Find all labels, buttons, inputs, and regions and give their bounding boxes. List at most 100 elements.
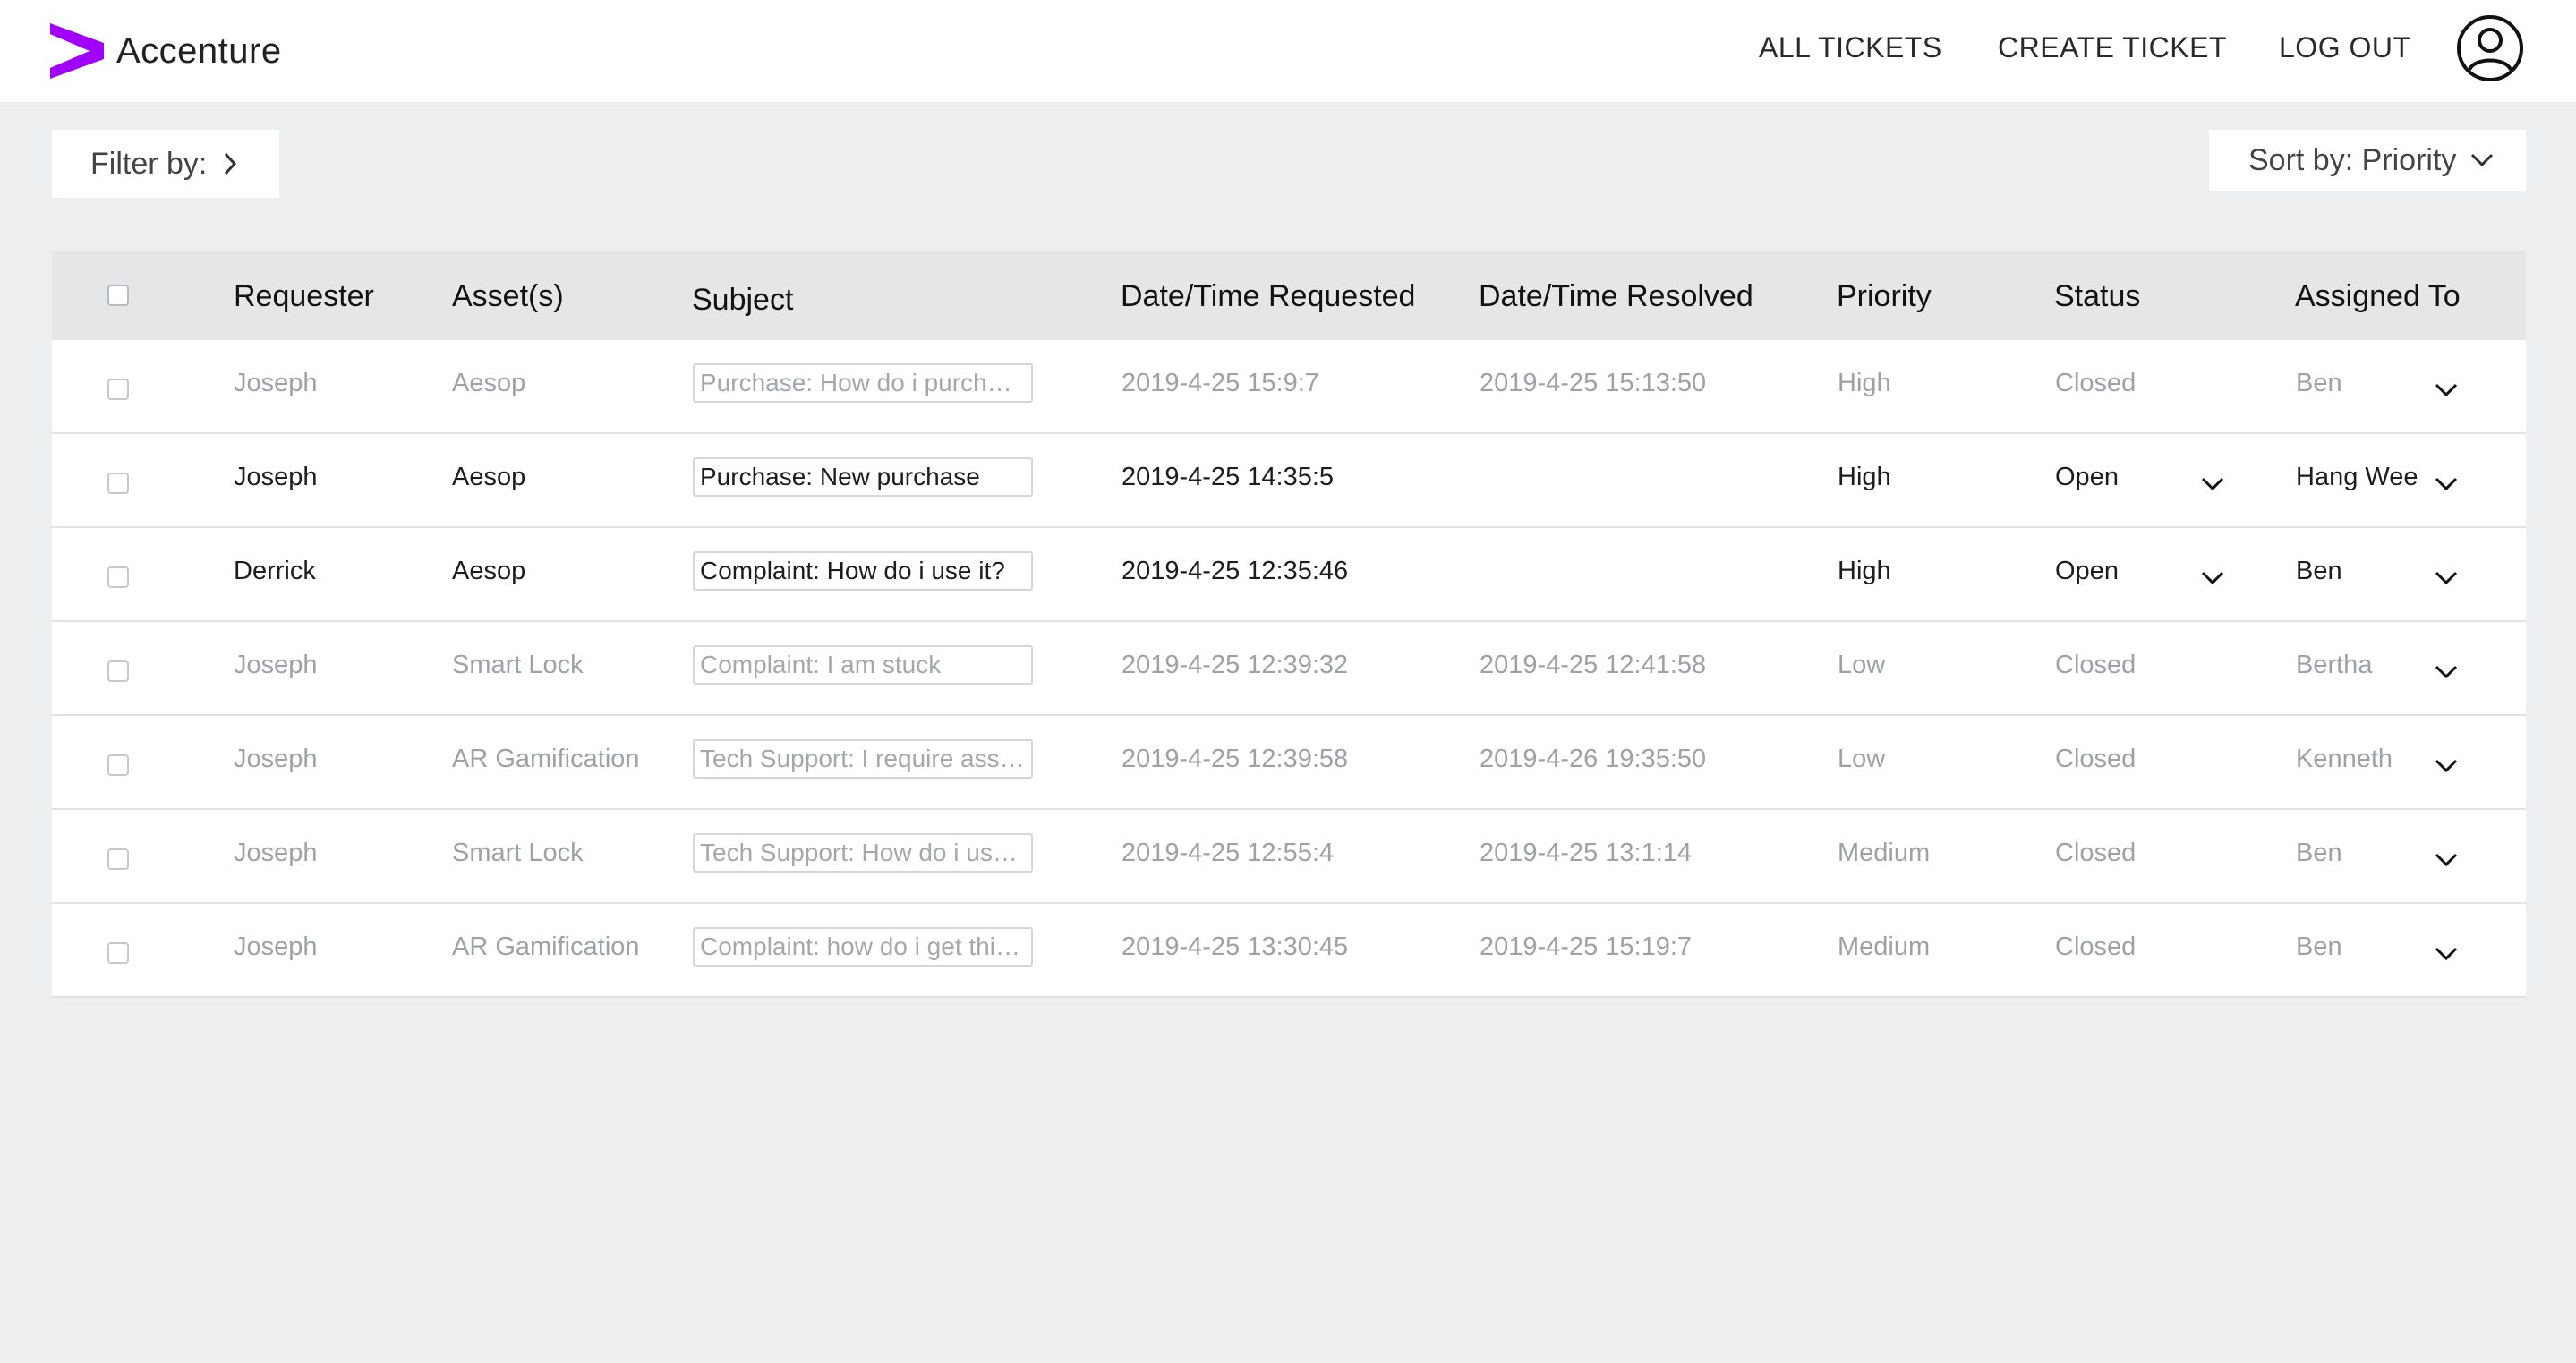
table-row[interactable]: Joseph Aesop Purchase: New purchase 2019… (52, 434, 2526, 528)
assigned-to-cell: Bertha (2296, 651, 2373, 679)
column-header-status[interactable]: Status (2054, 279, 2140, 314)
column-header-assets[interactable]: Asset(s) (452, 279, 564, 314)
column-header-date-requested[interactable]: Date/Time Requested (1121, 279, 1415, 314)
brand-logo[interactable]: Accenture (50, 23, 282, 79)
assigned-to-cell: Ben (2296, 369, 2342, 397)
row-checkbox[interactable] (107, 942, 129, 964)
date-requested-cell: 2019-4-25 12:55:4 (1122, 839, 1335, 867)
assignee-chevron-down-icon[interactable] (2434, 945, 2459, 963)
date-requested-cell: 2019-4-25 12:39:58 (1122, 745, 1349, 773)
assigned-to-cell: Ben (2296, 839, 2342, 867)
row-checkbox[interactable] (107, 379, 129, 400)
status-cell: Closed (2055, 369, 2137, 397)
nav-log-out[interactable]: LOG OUT (2279, 25, 2411, 70)
filter-by-button[interactable]: Filter by: (52, 130, 279, 198)
table-row[interactable]: Joseph Smart Lock Complaint: I am stuck … (52, 622, 2526, 716)
requester-cell: Derrick (234, 557, 316, 585)
subject-field[interactable]: Complaint: how do i get this … (693, 927, 1033, 967)
subject-field[interactable]: Complaint: I am stuck (693, 645, 1033, 685)
date-requested-cell: 2019-4-25 14:35:5 (1122, 463, 1335, 491)
priority-cell: Low (1838, 651, 1886, 679)
row-checkbox[interactable] (107, 660, 129, 682)
status-cell: Closed (2055, 839, 2137, 867)
asset-cell: Smart Lock (452, 839, 584, 867)
table-row[interactable]: Joseph AR Gamification Complaint: how do… (52, 904, 2526, 998)
requester-cell: Joseph (234, 369, 318, 397)
status-cell: Closed (2055, 933, 2137, 961)
priority-cell: High (1838, 463, 1891, 491)
assigned-to-cell: Kenneth (2296, 745, 2393, 773)
assignee-chevron-down-icon[interactable] (2434, 663, 2459, 681)
date-resolved-cell: 2019-4-25 13:1:14 (1480, 839, 1693, 867)
row-checkbox[interactable] (107, 754, 129, 776)
asset-cell: AR Gamification (452, 745, 640, 773)
assigned-to-cell: Ben (2296, 933, 2342, 961)
chevron-down-icon (2470, 153, 2494, 167)
subject-field[interactable]: Complaint: How do i use it? (693, 551, 1033, 591)
subject-field[interactable]: Purchase: New purchase (693, 457, 1033, 497)
brand-name: Accenture (116, 30, 282, 71)
asset-cell: Aesop (452, 369, 526, 397)
status-chevron-down-icon[interactable] (2200, 569, 2225, 587)
column-header-assigned-to[interactable]: Assigned To (2295, 279, 2461, 314)
row-checkbox[interactable] (107, 848, 129, 870)
subject-field[interactable]: Tech Support: I require assis… (693, 739, 1033, 779)
asset-cell: AR Gamification (452, 933, 640, 961)
table-row[interactable]: Derrick Aesop Complaint: How do i use it… (52, 528, 2526, 622)
date-resolved-cell: 2019-4-26 19:35:50 (1480, 745, 1707, 773)
table-row[interactable]: Joseph Aesop Purchase: How do i purchas…… (52, 340, 2526, 434)
select-all-checkbox[interactable] (107, 285, 129, 306)
status-cell: Closed (2055, 651, 2137, 679)
priority-cell: Medium (1838, 933, 1931, 961)
column-header-requester[interactable]: Requester (234, 279, 374, 314)
requester-cell: Joseph (234, 651, 318, 679)
date-requested-cell: 2019-4-25 15:9:7 (1122, 369, 1319, 397)
assignee-chevron-down-icon[interactable] (2434, 851, 2459, 869)
nav-all-tickets[interactable]: ALL TICKETS (1759, 25, 1942, 70)
row-checkbox[interactable] (107, 566, 129, 588)
column-header-subject[interactable]: Subject (692, 283, 793, 318)
sort-by-label: Sort by: Priority (2248, 142, 2457, 177)
priority-cell: Low (1838, 745, 1886, 773)
status-cell: Open (2055, 557, 2119, 585)
date-requested-cell: 2019-4-25 12:39:32 (1122, 651, 1349, 679)
date-requested-cell: 2019-4-25 13:30:45 (1122, 933, 1349, 961)
requester-cell: Joseph (234, 933, 318, 961)
priority-cell: Medium (1838, 839, 1931, 867)
table-row[interactable]: Joseph AR Gamification Tech Support: I r… (52, 716, 2526, 810)
assigned-to-cell: Hang Wee (2296, 463, 2418, 491)
priority-cell: High (1838, 557, 1891, 585)
assignee-chevron-down-icon[interactable] (2434, 569, 2459, 587)
nav-create-ticket[interactable]: CREATE TICKET (1998, 25, 2227, 70)
date-requested-cell: 2019-4-25 12:35:46 (1122, 557, 1349, 585)
assigned-to-cell: Ben (2296, 557, 2342, 585)
priority-cell: High (1838, 369, 1891, 397)
requester-cell: Joseph (234, 745, 318, 773)
subject-field[interactable]: Purchase: How do i purchas… (693, 363, 1033, 403)
user-circle-icon[interactable] (2456, 14, 2524, 82)
table-row[interactable]: Joseph Smart Lock Tech Support: How do i… (52, 810, 2526, 904)
asset-cell: Aesop (452, 557, 526, 585)
tickets-table: Requester Asset(s) Subject Date/Time Req… (52, 251, 2526, 998)
table-header-row: Requester Asset(s) Subject Date/Time Req… (52, 251, 2526, 340)
asset-cell: Aesop (452, 463, 526, 491)
row-checkbox[interactable] (107, 473, 129, 494)
subject-field[interactable]: Tech Support: How do i use t… (693, 833, 1033, 873)
assignee-chevron-down-icon[interactable] (2434, 475, 2459, 493)
status-cell: Closed (2055, 745, 2137, 773)
date-resolved-cell: 2019-4-25 12:41:58 (1480, 651, 1707, 679)
date-resolved-cell: 2019-4-25 15:13:50 (1480, 369, 1707, 397)
asset-cell: Smart Lock (452, 651, 584, 679)
chevron-right-icon (223, 151, 237, 176)
status-cell: Open (2055, 463, 2119, 491)
assignee-chevron-down-icon[interactable] (2434, 757, 2459, 775)
sort-by-dropdown[interactable]: Sort by: Priority (2209, 130, 2526, 191)
requester-cell: Joseph (234, 839, 318, 867)
requester-cell: Joseph (234, 463, 318, 491)
assignee-chevron-down-icon[interactable] (2434, 381, 2459, 399)
filter-by-label: Filter by: (90, 146, 208, 181)
status-chevron-down-icon[interactable] (2200, 475, 2225, 493)
accenture-chevron-icon (50, 23, 104, 79)
column-header-date-resolved[interactable]: Date/Time Resolved (1479, 279, 1753, 314)
column-header-priority[interactable]: Priority (1837, 279, 1932, 314)
